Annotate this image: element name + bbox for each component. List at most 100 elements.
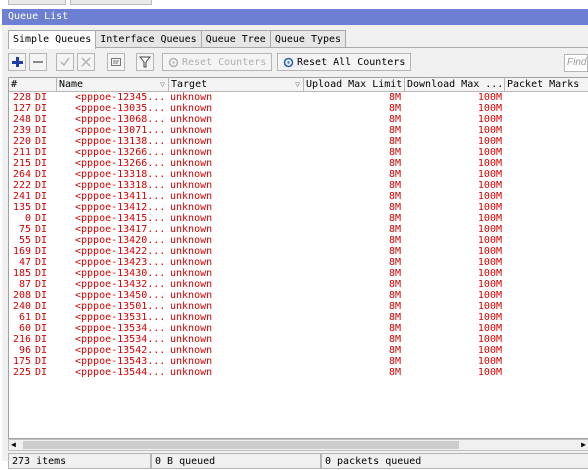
queue-id: 169 <box>12 246 31 257</box>
queue-download-limit: 100M <box>477 169 502 180</box>
queue-name: <pppoe-13138... <box>75 136 166 147</box>
tab-interface-queues[interactable]: Interface Queues <box>95 30 202 48</box>
table-row[interactable]: 175 DI <pppoe-13543... unknown 8M 100M <box>9 356 588 367</box>
table-row[interactable]: 169 DI <pppoe-13422... unknown 8M 100M <box>9 246 588 257</box>
table-row[interactable]: 96 DI <pppoe-13542... unknown 8M 100M <box>9 345 588 356</box>
table-row[interactable]: 239 DI <pppoe-13071... unknown 8M 100M <box>9 125 588 136</box>
top-strip-button[interactable] <box>8 0 66 5</box>
table-row[interactable]: 75 DI <pppoe-13417... unknown 8M 100M <box>9 224 588 235</box>
table-row[interactable]: 60 DI <pppoe-13534... unknown 8M 100M <box>9 323 588 334</box>
queue-download-limit: 100M <box>477 345 502 356</box>
queue-flags: DI <box>35 158 48 169</box>
scrollbar-thumb[interactable] <box>23 441 459 449</box>
scroll-left-icon[interactable]: ◀ <box>11 440 16 450</box>
table-row[interactable]: 216 DI <pppoe-13534... unknown 8M 100M <box>9 334 588 345</box>
queue-flags: DI <box>35 334 48 345</box>
table-row[interactable]: 185 DI <pppoe-13430... unknown 8M 100M <box>9 268 588 279</box>
queue-name: <pppoe-13266... <box>75 147 166 158</box>
reset-icon <box>283 57 294 67</box>
filter-icon <box>139 56 151 68</box>
queue-upload-limit: 8M <box>388 169 401 180</box>
remove-button[interactable] <box>29 53 47 71</box>
queue-flags: DI <box>35 103 48 114</box>
queue-flags: DI <box>35 147 48 158</box>
table-row[interactable]: 61 DI <pppoe-13531... unknown 8M 100M <box>9 312 588 323</box>
queue-name: <pppoe-13420... <box>75 235 166 246</box>
queue-id: 220 <box>12 136 31 147</box>
disable-button[interactable] <box>77 53 95 71</box>
table-row[interactable]: 127 DI <pppoe-13035... unknown 8M 100M <box>9 103 588 114</box>
queue-upload-limit: 8M <box>388 136 401 147</box>
queue-id: 211 <box>12 147 31 158</box>
table-row[interactable]: 0 DI <pppoe-13415... unknown 8M 100M <box>9 213 588 224</box>
horizontal-scrollbar[interactable]: ◀ ▶ <box>8 439 588 451</box>
table-row[interactable]: 215 DI <pppoe-13266... unknown 8M 100M <box>9 158 588 169</box>
table-row[interactable]: 211 DI <pppoe-13266... unknown 8M 100M <box>9 147 588 158</box>
queue-id: 216 <box>12 334 31 345</box>
table-row[interactable]: 220 DI <pppoe-13138... unknown 8M 100M <box>9 136 588 147</box>
column-header-packet-marks[interactable]: Packet Marks <box>505 78 588 91</box>
scroll-right-icon[interactable]: ▶ <box>581 440 586 450</box>
column-header-number[interactable]: # <box>9 78 57 91</box>
queue-name: <pppoe-13412... <box>75 202 166 213</box>
table-row[interactable]: 240 DI <pppoe-13501... unknown 8M 100M <box>9 301 588 312</box>
add-button[interactable] <box>8 53 26 71</box>
table-row[interactable]: 228 DI <pppoe-12345... unknown 8M 100M <box>9 92 588 103</box>
table-row[interactable]: 264 DI <pppoe-13318... unknown 8M 100M <box>9 169 588 180</box>
filter-button[interactable] <box>136 53 154 71</box>
queue-upload-limit: 8M <box>388 224 401 235</box>
queue-download-limit: 100M <box>477 103 502 114</box>
table-row[interactable]: 248 DI <pppoe-13068... unknown 8M 100M <box>9 114 588 125</box>
column-header-target[interactable]: Target ▽ <box>169 78 304 91</box>
tab-queue-tree[interactable]: Queue Tree <box>200 30 271 48</box>
top-strip-button[interactable] <box>70 0 152 5</box>
table-row[interactable]: 225 DI <pppoe-13544... unknown 8M 100M <box>9 367 588 378</box>
table-row[interactable]: 87 DI <pppoe-13432... unknown 8M 100M <box>9 279 588 290</box>
status-items: 273 items <box>8 453 151 469</box>
queue-id: 225 <box>12 367 31 378</box>
column-header-download-max-limit[interactable]: Download Max ... <box>405 78 505 91</box>
tab-simple-queues[interactable]: Simple Queues <box>8 30 97 49</box>
queue-download-limit: 100M <box>477 125 502 136</box>
queue-flags: DI <box>35 301 48 312</box>
queue-flags: DI <box>35 367 48 378</box>
queue-upload-limit: 8M <box>388 202 401 213</box>
queue-upload-limit: 8M <box>388 334 401 345</box>
comment-button[interactable] <box>107 53 125 71</box>
window-title-bar[interactable]: Queue List <box>2 9 588 25</box>
table-row[interactable]: 55 DI <pppoe-13420... unknown 8M 100M <box>9 235 588 246</box>
table-row[interactable]: 222 DI <pppoe-13318... unknown 8M 100M <box>9 180 588 191</box>
queue-flags: DI <box>35 356 48 367</box>
reset-counters-button[interactable]: Reset Counters <box>162 53 273 71</box>
queue-download-limit: 100M <box>477 235 502 246</box>
queue-flags: DI <box>35 224 48 235</box>
queue-id: 222 <box>12 180 31 191</box>
enable-button[interactable] <box>56 53 74 71</box>
queue-download-limit: 100M <box>477 158 502 169</box>
sort-arrow-icon: ▽ <box>295 80 300 89</box>
queue-target: unknown <box>170 92 213 103</box>
reset-all-counters-button[interactable]: Reset All Counters <box>277 53 412 71</box>
queue-flags: DI <box>35 213 48 224</box>
queue-target: unknown <box>170 356 213 367</box>
table-row[interactable]: 135 DI <pppoe-13412... unknown 8M 100M <box>9 202 588 213</box>
queue-upload-limit: 8M <box>388 290 401 301</box>
table-rows: 228 DI <pppoe-12345... unknown 8M 100M 127 DI <p… <box>9 92 588 378</box>
column-header-name[interactable]: Name ▽ <box>57 78 169 91</box>
tab-queue-types[interactable]: Queue Types <box>269 30 347 48</box>
queue-upload-limit: 8M <box>388 235 401 246</box>
queue-target: unknown <box>170 367 213 378</box>
queue-target: unknown <box>170 312 213 323</box>
table-row[interactable]: 208 DI <pppoe-13450... unknown 8M 100M <box>9 290 588 301</box>
queue-id: 228 <box>12 92 31 103</box>
table-row[interactable]: 241 DI <pppoe-13411... unknown 8M 100M <box>9 191 588 202</box>
column-header-upload-max-limit[interactable]: Upload Max Limit <box>304 78 405 91</box>
queue-upload-limit: 8M <box>388 147 401 158</box>
queue-download-limit: 100M <box>477 323 502 334</box>
queue-id: 127 <box>12 103 31 114</box>
table-row[interactable]: 47 DI <pppoe-13423... unknown 8M 100M <box>9 257 588 268</box>
queue-id: 241 <box>12 191 31 202</box>
queue-flags: DI <box>35 246 48 257</box>
find-input[interactable]: Find <box>564 54 588 72</box>
queue-upload-limit: 8M <box>388 114 401 125</box>
